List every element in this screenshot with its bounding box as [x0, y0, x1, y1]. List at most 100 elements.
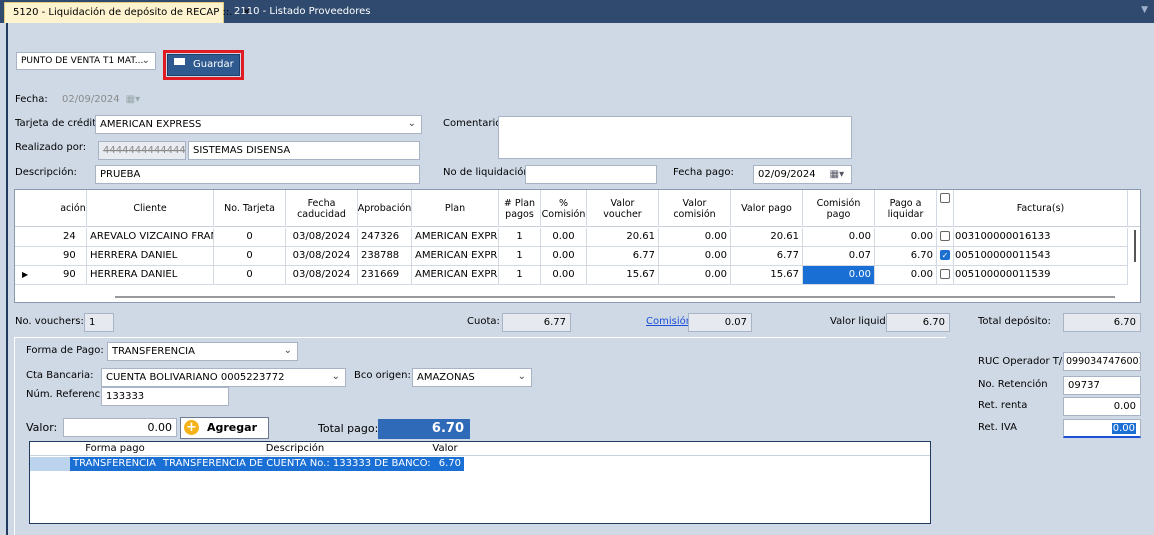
col-header[interactable]: Cliente	[87, 190, 214, 227]
cell[interactable]: 0.07	[803, 247, 875, 266]
total-deposito-label: Total depósito:	[978, 316, 1051, 327]
cuota-field: 6.77	[502, 313, 571, 332]
col-header[interactable]: % Comisión	[541, 190, 587, 227]
checkbox-icon[interactable]	[940, 231, 950, 241]
row-pointer-icon: ▶	[15, 266, 60, 285]
checkbox-icon[interactable]	[940, 269, 950, 279]
row-checkbox[interactable]	[937, 266, 954, 285]
tarjeta-select[interactable]: AMERICAN EXPRESS	[95, 115, 422, 134]
chevron-down-icon[interactable]: ▼	[1141, 5, 1148, 15]
cell: 0	[214, 266, 286, 285]
save-label: Guardar	[193, 59, 234, 70]
liquidacion-input[interactable]	[525, 165, 657, 184]
comision-value: 0.07	[724, 317, 747, 328]
cell: 0.00	[541, 266, 587, 285]
tab-proveedores[interactable]: 2110 - Listado Proveedores	[226, 2, 370, 23]
cell: 90	[60, 247, 87, 266]
row-checkbox[interactable]	[937, 228, 954, 247]
descripcion-label: Descripción:	[15, 167, 77, 178]
cell: 6.77	[731, 247, 803, 266]
col-header[interactable]: ación	[60, 190, 87, 227]
cell: 6.77	[587, 247, 659, 266]
forma-pago-label: Forma de Pago:	[26, 345, 104, 356]
row-indicator	[15, 247, 60, 266]
cell: 0.00	[659, 266, 731, 285]
tab-liquidacion[interactable]: 5120 - Liquidación de depósito de RECAP …	[4, 2, 251, 23]
tab-bar: 5120 - Liquidación de depósito de RECAP …	[0, 0, 1154, 23]
valor-input[interactable]: 0.00	[63, 418, 177, 437]
ret-iva-input[interactable]: 0.00	[1063, 419, 1141, 438]
vertical-scrollbar[interactable]	[1134, 230, 1136, 262]
col-header[interactable]: Fecha caducidad	[286, 190, 358, 227]
col-header[interactable]: Valor pago	[731, 190, 803, 227]
add-payment-button[interactable]: + Agregar	[180, 417, 269, 439]
retencion-input[interactable]: 09737	[1063, 376, 1141, 395]
vouchers-label: No. vouchers:	[15, 316, 84, 327]
forma-pago-select[interactable]: TRANSFERENCIA	[107, 342, 298, 361]
ret-renta-label: Ret. renta	[978, 400, 1028, 411]
col-header[interactable]: Pago a liquidar	[875, 190, 937, 227]
punto-venta-select[interactable]: PUNTO DE VENTA T1 MAT...	[16, 52, 156, 70]
cell: 0.00	[875, 228, 937, 247]
table-row[interactable]: ▶ 90 HERRERA DANIEL 0 03/08/2024 231669 …	[15, 266, 1140, 285]
comision-field: 0.07	[688, 313, 752, 332]
cell[interactable]: 0.00	[803, 228, 875, 247]
bco-origen-select[interactable]: AMAZONAS	[412, 368, 532, 387]
cell: 0	[214, 228, 286, 247]
row-checkbox[interactable]: ✓	[937, 247, 954, 266]
table-row[interactable]: 90 HERRERA DANIEL 0 03/08/2024 238788 AM…	[15, 247, 1140, 266]
cta-bancaria-select[interactable]: CUENTA BOLIVARIANO 0005223772	[101, 368, 346, 387]
bco-origen-label: Bco origen:	[354, 370, 411, 381]
col-header[interactable]: Aprobación	[358, 190, 412, 227]
referencia-input[interactable]: 133333	[101, 387, 229, 406]
comentario-input[interactable]	[498, 116, 852, 159]
row-indicator-header	[15, 190, 60, 227]
cell: HERRERA DANIEL	[87, 247, 214, 266]
payments-grid-header: Forma pago Descripción Valor	[30, 442, 930, 456]
col-header[interactable]: Valor	[430, 442, 460, 456]
descripcion-input[interactable]: PRUEBA	[95, 165, 420, 184]
fecha-field[interactable]: 02/09/2024 ▦▾	[57, 90, 145, 109]
col-header[interactable]: Forma pago	[70, 442, 160, 456]
valor-liquidar-field: 6.70	[886, 313, 950, 332]
col-header[interactable]: Descripción	[160, 442, 430, 456]
cell: AMERICAN EXPR...	[412, 228, 499, 247]
table-row[interactable]: 24 AREVALO VIZCAINO FRAN... 0 03/08/2024…	[15, 228, 1140, 247]
cell: AREVALO VIZCAINO FRAN...	[87, 228, 214, 247]
row-indicator	[15, 228, 60, 247]
fecha-pago-field[interactable]: 02/09/2024 ▦▾	[753, 165, 852, 184]
col-header[interactable]: No. Tarjeta	[214, 190, 286, 227]
col-header[interactable]: Plan	[412, 190, 499, 227]
referencia-value: 133333	[106, 391, 145, 402]
selected-cell[interactable]: 0.00	[803, 266, 875, 285]
realizado-name: SISTEMAS DISENSA	[193, 145, 291, 156]
add-label: Agregar	[207, 421, 257, 434]
calendar-icon[interactable]: ▦▾	[126, 94, 140, 105]
payments-grid: Forma pago Descripción Valor TRANSFERENC…	[29, 441, 931, 524]
select-all-checkbox[interactable]	[937, 190, 954, 227]
table-row[interactable]: TRANSFERENCIA TRANSFERENCIA DE CUENTA No…	[30, 457, 464, 471]
horizontal-scrollbar[interactable]	[115, 296, 1115, 298]
checkbox-icon[interactable]	[940, 193, 950, 203]
cell: 005100000011539	[954, 266, 1128, 285]
col-header[interactable]: # Plan pagos	[499, 190, 541, 227]
col-header[interactable]: Factura(s)	[954, 190, 1128, 227]
cell: 15.67	[731, 266, 803, 285]
cta-bancaria-label: Cta Bancaria:	[26, 370, 94, 381]
retencion-label: No. Retención	[978, 379, 1048, 390]
vouchers-grid: ación Cliente No. Tarjeta Fecha caducida…	[14, 189, 1141, 303]
checkmark-icon[interactable]: ✓	[940, 250, 950, 260]
col-header[interactable]: Valor voucher	[587, 190, 659, 227]
cell: 03/08/2024	[286, 228, 358, 247]
save-button[interactable]: Guardar	[167, 54, 240, 76]
col-header[interactable]: Valor comisión	[659, 190, 731, 227]
col-header[interactable]: Comisión pago	[803, 190, 875, 227]
cell: 15.67	[587, 266, 659, 285]
cell: TRANSFERENCIA	[70, 457, 160, 471]
ret-iva-label: Ret. IVA	[978, 422, 1017, 433]
ruc-input[interactable]: 0990347476001	[1063, 352, 1141, 371]
ret-renta-input[interactable]: 0.00	[1063, 397, 1141, 416]
cell: AMERICAN EXPR...	[412, 247, 499, 266]
cell: TRANSFERENCIA DE CUENTA No.: 133333 DE B…	[160, 457, 430, 471]
calendar-icon[interactable]: ▦▾	[830, 169, 844, 180]
